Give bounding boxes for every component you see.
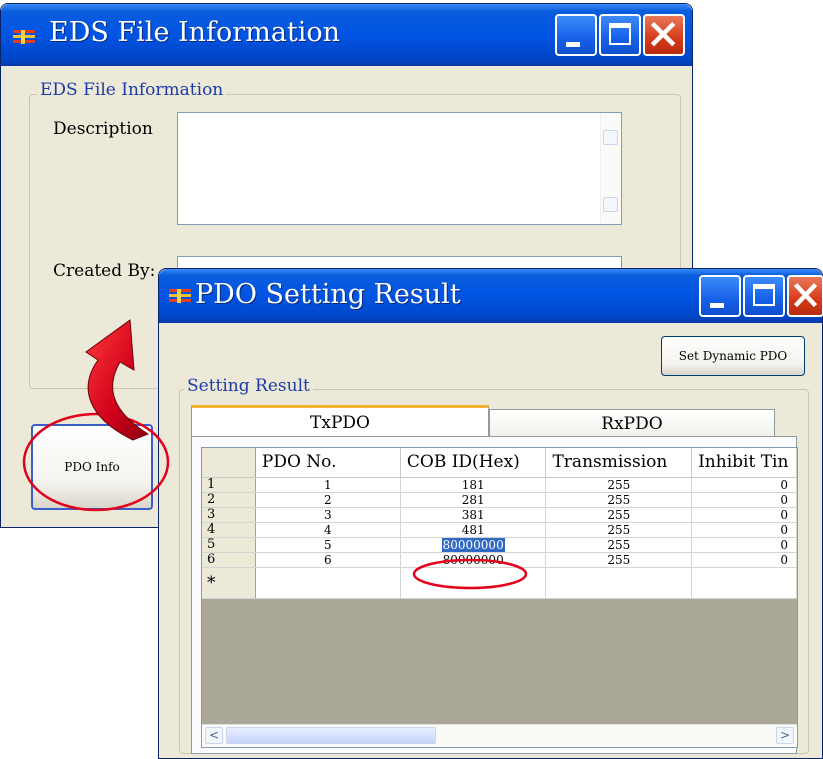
column-header-transmission[interactable]: Transmission — [545, 448, 693, 478]
highlight-ellipse — [412, 558, 528, 590]
row-header[interactable]: 5 — [202, 537, 256, 553]
column-header-pdo-no[interactable]: PDO No. — [255, 448, 401, 478]
set-dynamic-pdo-button[interactable]: Set Dynamic PDO — [661, 336, 805, 376]
row-header[interactable]: 4 — [202, 522, 256, 538]
table-row[interactable]: 1 1 181 255 0 — [202, 477, 797, 493]
eds-close-button[interactable] — [643, 14, 685, 56]
cell-inhibit-time[interactable]: 0 — [691, 537, 797, 553]
cell-transmission[interactable]: 255 — [545, 552, 693, 568]
row-header[interactable]: 2 — [202, 492, 256, 508]
scroll-right-icon[interactable]: > — [776, 727, 794, 744]
row-header[interactable]: 1 — [202, 477, 256, 493]
table-row[interactable]: 2 2 281 255 0 — [202, 492, 797, 508]
row-header-corner — [202, 448, 256, 478]
eds-window-title: EDS File Information — [49, 17, 341, 48]
table-header-row: PDO No. COB ID(Hex) Transmission Inhibit… — [202, 448, 797, 478]
description-field[interactable] — [177, 112, 622, 225]
column-header-cob-id[interactable]: COB ID(Hex) — [400, 448, 547, 478]
row-header[interactable]: 3 — [202, 507, 256, 523]
pdo-window-title: PDO Setting Result — [195, 279, 461, 310]
cell-inhibit-time[interactable]: 0 — [691, 552, 797, 568]
eds-minimize-button[interactable] — [555, 14, 597, 56]
created-by-label: Created By: — [53, 261, 156, 281]
scroll-down-icon[interactable] — [603, 197, 618, 212]
new-row-marker[interactable]: * — [202, 567, 256, 599]
cell-new[interactable] — [255, 567, 401, 599]
eds-titlebar[interactable]: EDS File Information — [1, 4, 692, 66]
scroll-thumb[interactable] — [226, 727, 436, 744]
cell-cob-id[interactable]: 481 — [400, 522, 547, 538]
cell-new[interactable] — [691, 567, 797, 599]
pdo-close-button[interactable] — [787, 275, 823, 317]
close-icon — [793, 283, 818, 308]
cell-cob-id[interactable]: 181 — [400, 477, 547, 493]
cell-inhibit-time[interactable]: 0 — [691, 477, 797, 493]
cell-pdo-no[interactable]: 2 — [255, 492, 401, 508]
grid-horizontal-scrollbar[interactable]: < > — [202, 724, 797, 747]
maximize-icon — [609, 23, 631, 45]
cell-pdo-no[interactable]: 1 — [255, 477, 401, 493]
tab-txpdo[interactable]: TxPDO — [191, 405, 489, 437]
pdo-titlebar[interactable]: PDO Setting Result — [159, 269, 823, 323]
app-icon — [13, 30, 35, 44]
cell-cob-id[interactable]: 281 — [400, 492, 547, 508]
cell-transmission[interactable]: 255 — [545, 522, 693, 538]
table-row[interactable]: 3 3 381 255 0 — [202, 507, 797, 523]
cell-new[interactable] — [545, 567, 693, 599]
cell-pdo-no[interactable]: 4 — [255, 522, 401, 538]
cell-pdo-no[interactable]: 5 — [255, 537, 401, 553]
pdo-maximize-button[interactable] — [743, 275, 785, 317]
cell-inhibit-time[interactable]: 0 — [691, 522, 797, 538]
minimize-icon — [566, 42, 580, 47]
eds-maximize-button[interactable] — [599, 14, 641, 56]
scroll-left-icon[interactable]: < — [205, 727, 223, 744]
cell-transmission[interactable]: 255 — [545, 477, 693, 493]
eds-info-group-label: EDS File Information — [37, 80, 227, 100]
curved-arrow-icon — [85, 319, 150, 441]
pdo-data-grid[interactable]: PDO No. COB ID(Hex) Transmission Inhibit… — [201, 447, 798, 748]
column-header-inhibit-time[interactable]: Inhibit Tin — [691, 448, 797, 478]
maximize-icon — [753, 284, 775, 306]
row-header[interactable]: 6 — [202, 552, 256, 568]
table-row[interactable]: 5 5 80000000 255 0 — [202, 537, 797, 553]
scroll-up-icon[interactable] — [603, 130, 618, 145]
pdo-minimize-button[interactable] — [699, 275, 741, 317]
cell-cob-id[interactable]: 381 — [400, 507, 547, 523]
cell-transmission[interactable]: 255 — [545, 507, 693, 523]
close-icon — [650, 21, 676, 47]
cell-inhibit-time[interactable]: 0 — [691, 507, 797, 523]
minimize-icon — [710, 303, 724, 308]
tab-rxpdo-label: RxPDO — [601, 414, 663, 434]
description-label: Description — [53, 119, 153, 139]
setting-result-group-label: Setting Result — [184, 376, 313, 396]
tab-rxpdo[interactable]: RxPDO — [489, 409, 775, 438]
cell-pdo-no[interactable]: 3 — [255, 507, 401, 523]
cell-pdo-no[interactable]: 6 — [255, 552, 401, 568]
table-row[interactable]: 4 4 481 255 0 — [202, 522, 797, 538]
cell-transmission[interactable]: 255 — [545, 492, 693, 508]
cell-cob-id-selected[interactable]: 80000000 — [400, 537, 547, 553]
tab-txpdo-label: TxPDO — [310, 412, 370, 433]
app-icon — [169, 289, 191, 303]
cell-inhibit-time[interactable]: 0 — [691, 492, 797, 508]
description-scrollbar[interactable] — [600, 113, 621, 224]
set-dynamic-pdo-label: Set Dynamic PDO — [678, 349, 788, 363]
selected-cob-id[interactable]: 80000000 — [441, 537, 505, 551]
cell-transmission[interactable]: 255 — [545, 537, 693, 553]
pdo-setting-result-window: PDO Setting Result Set Dynamic PDO Setti… — [158, 268, 823, 759]
